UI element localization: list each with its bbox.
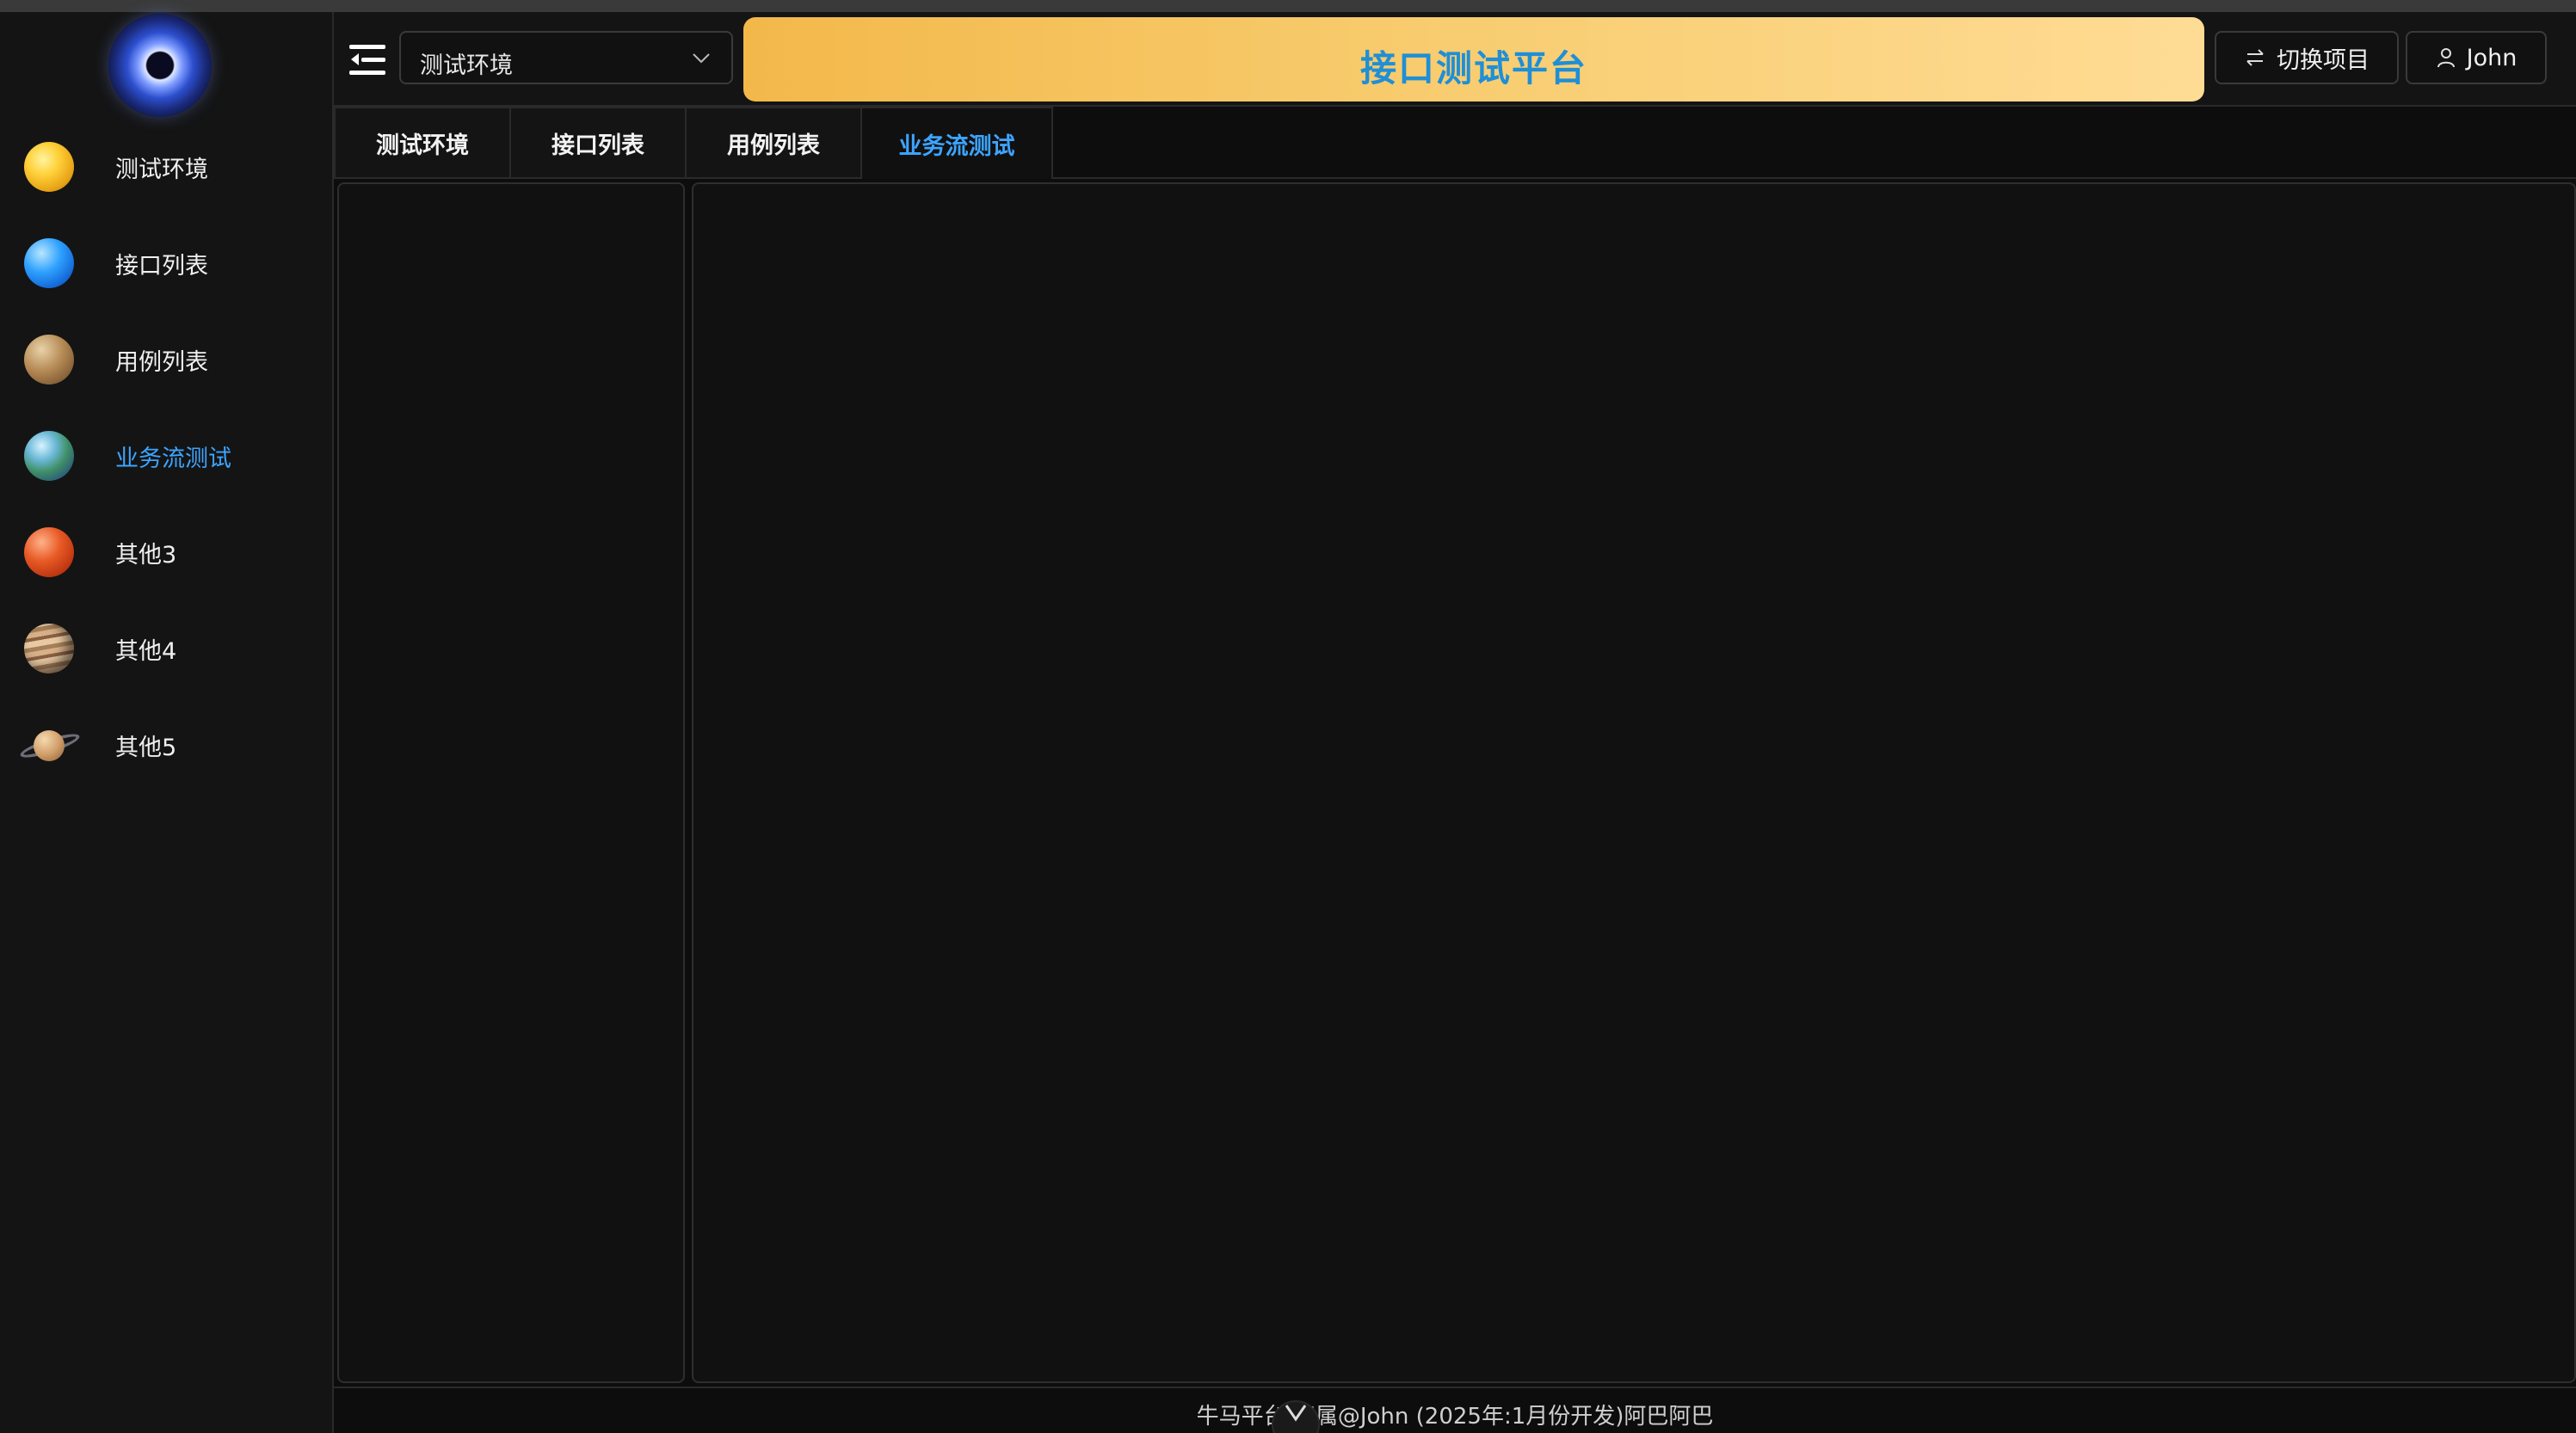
footer: 牛马平台 归属@John (2025年:1月份开发)阿巴阿巴 [334, 1387, 2576, 1433]
main-panel [692, 182, 2576, 1383]
blue-planet-icon [24, 238, 74, 288]
saturn-planet-icon [18, 720, 82, 770]
sidebar-item-label: 接口列表 [115, 252, 208, 280]
tab-label: 接口列表 [552, 132, 644, 159]
tab-api-list[interactable]: 接口列表 [509, 107, 687, 177]
sidebar-item-label: 业务流测试 [115, 445, 231, 472]
window-top-strip [0, 0, 2576, 12]
page-title: 接口测试平台 [1359, 47, 1587, 89]
chevron-down-icon [693, 53, 710, 64]
sidebar-item-label: 其他4 [115, 637, 177, 665]
sidebar-item-label: 用例列表 [115, 348, 208, 376]
app-root: 测试环境 接口列表 用例列表 业务流测试 其他3 其他4 其他5 测试环境 接口… [0, 0, 2576, 1433]
tab-test-env[interactable]: 测试环境 [334, 107, 511, 177]
sun-planet-icon [24, 142, 74, 192]
user-icon [2437, 48, 2455, 68]
header: 测试环境 接口测试平台 切换项目 John [334, 12, 2576, 107]
switch-project-label: 切换项目 [2277, 46, 2370, 74]
sidebar-item-case-list[interactable]: 用例列表 [0, 311, 332, 408]
earth-planet-icon [24, 431, 74, 481]
switch-project-button[interactable]: 切换项目 [2215, 31, 2399, 84]
left-panel [337, 182, 685, 1383]
tab-label: 业务流测试 [898, 132, 1015, 160]
black-hole-logo-icon [108, 14, 212, 117]
sidebar-item-api-list[interactable]: 接口列表 [0, 215, 332, 311]
mars-planet-icon [24, 527, 74, 577]
sidebar-item-business-flow[interactable]: 业务流测试 [0, 408, 332, 504]
sidebar: 测试环境 接口列表 用例列表 业务流测试 其他3 其他4 其他5 [0, 12, 334, 1433]
sidebar-item-label: 其他5 [115, 734, 177, 761]
title-banner: 接口测试平台 [743, 17, 2204, 101]
venus-planet-icon [24, 335, 74, 384]
user-name: John [2466, 44, 2517, 71]
jupiter-planet-icon [24, 624, 74, 673]
swap-arrows-icon [2246, 49, 2264, 66]
tab-case-list[interactable]: 用例列表 [685, 107, 862, 177]
sidebar-item-label: 其他3 [115, 541, 177, 569]
user-menu-button[interactable]: John [2406, 31, 2547, 84]
tab-business-flow[interactable]: 业务流测试 [860, 107, 1053, 179]
tab-label: 测试环境 [376, 132, 469, 159]
sidebar-item-other4[interactable]: 其他4 [0, 600, 332, 697]
sidebar-item-other5[interactable]: 其他5 [0, 697, 332, 793]
sidebar-item-label: 测试环境 [115, 156, 208, 183]
tab-label: 用例列表 [727, 132, 820, 159]
menu-collapse-icon[interactable] [349, 43, 391, 77]
tab-bar: 测试环境 接口列表 用例列表 业务流测试 [334, 107, 2576, 179]
footer-copyright: 牛马平台 归属@John (2025年:1月份开发)阿巴阿巴 [1196, 1404, 1714, 1430]
env-select-value: 测试环境 [420, 52, 513, 79]
env-select[interactable]: 测试环境 [399, 31, 733, 84]
sidebar-item-test-env[interactable]: 测试环境 [0, 119, 332, 215]
sidebar-item-other3[interactable]: 其他3 [0, 504, 332, 600]
